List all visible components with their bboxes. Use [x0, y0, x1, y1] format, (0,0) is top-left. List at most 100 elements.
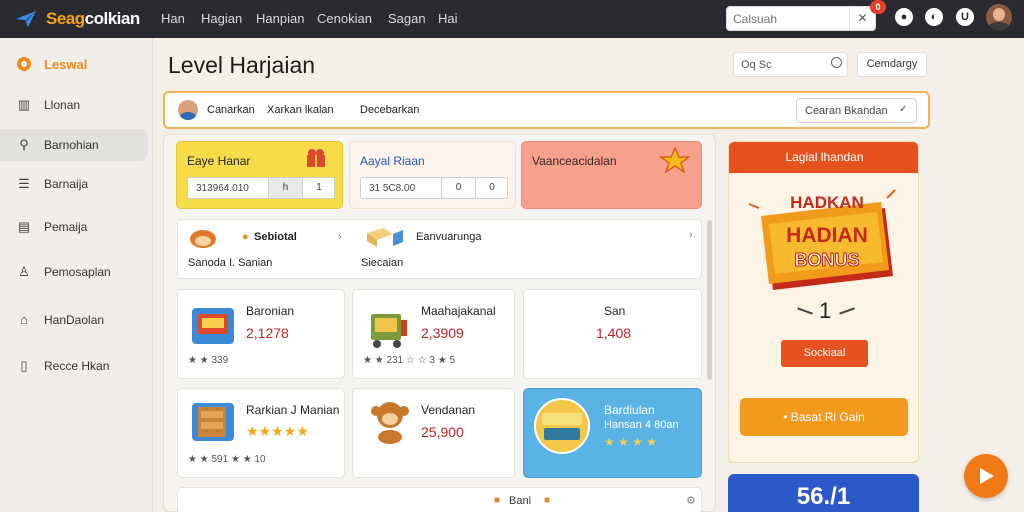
strip-tab-2[interactable]: Xarkan lkalan [267, 104, 334, 116]
filter-value: Oq Sc [741, 59, 772, 71]
strip-tab-3[interactable]: Decebarkan [360, 104, 419, 116]
nav-item-3[interactable]: Hanpian [256, 11, 304, 26]
app-logo[interactable]: Seagcolkian [46, 9, 140, 29]
product-price: 2,1278 [246, 325, 289, 341]
nav-item-5[interactable]: Sagan [388, 11, 426, 26]
nav-item-4[interactable]: Cenokian [317, 11, 372, 26]
stat-button-b[interactable]: 0 [475, 178, 508, 198]
stat-title: Aayal Riaan [360, 154, 425, 168]
product-name: San [604, 304, 626, 318]
product-card[interactable]: Vendanan 25,900 [352, 388, 515, 478]
promo-header: Lagial lhandan [729, 142, 918, 173]
product-price: 1,408 [596, 325, 632, 341]
product-price: 2,3909 [421, 325, 464, 341]
chat-icon[interactable]: ◐ [925, 8, 943, 26]
promo-button[interactable]: Sockiaal [781, 340, 868, 367]
category-button[interactable]: Cemdargy [857, 52, 927, 77]
star-icon [659, 147, 691, 173]
sidebar-item-label: HanDaolan [44, 313, 105, 327]
user-icon[interactable]: U [956, 8, 974, 26]
star-rating-icon: ★★★★★ [246, 423, 309, 439]
sort-select[interactable]: Cearan Bkandan ✓ [796, 98, 917, 123]
divider [839, 307, 855, 315]
row-title-1: Sebiotal [254, 231, 297, 243]
person-icon: ♙ [18, 264, 30, 279]
monkey-icon [371, 402, 409, 444]
play-icon [980, 468, 994, 484]
sort-select-value: Cearan Bkandan [805, 105, 888, 117]
product-card[interactable]: Maahajakanal 2,3909 ★ ★ 231 ☆ ☆ 3 ★ 5 [352, 289, 515, 379]
product-name: Baronian [246, 304, 295, 318]
sidebar-item-level[interactable]: Leswal [0, 48, 148, 80]
nav-item-6[interactable]: Hai [438, 11, 458, 26]
product-rating: ★ ★ ★ ★ [604, 435, 658, 449]
product-card[interactable]: San 1,408 [523, 289, 702, 379]
sidebar-item-5[interactable]: ▤ Pemaija [0, 211, 148, 243]
search-input[interactable] [733, 10, 845, 28]
product-name: Vendanan [421, 403, 476, 417]
box-icon: ■ [544, 495, 551, 506]
filter-input[interactable]: Oq Sc [733, 52, 848, 77]
bonus-banner: HADKAN HADIAN BONUS [748, 189, 896, 290]
bottom-label[interactable]: Bani [509, 495, 531, 507]
product-card[interactable]: Rarkian J Manian ★★★★★ ★ ★ 591 ★ ★ 10 [177, 388, 345, 478]
stat-card-1[interactable]: Eaye Hanar 313964.010 h 1 [176, 141, 343, 209]
stat-input[interactable]: 313964.010 h 1 [187, 177, 335, 199]
product-card[interactable]: Bardiulan Hansan 4 80an ★ ★ ★ ★ [523, 388, 702, 478]
scrollbar[interactable] [707, 220, 712, 380]
stat-button-b[interactable]: 1 [302, 178, 335, 198]
promo-cta-button[interactable]: • Basat Ri Gain [740, 398, 908, 436]
sidebar-item-8[interactable]: ▯ Recce Hkan [0, 350, 148, 382]
stat-title: Eaye Hanar [187, 154, 251, 168]
sidebar-item-label: Pemaija [44, 220, 88, 234]
sidebar-item-label: Barnaija [44, 177, 89, 191]
strip-tab-1[interactable]: Canarkan [207, 104, 255, 116]
sidebar-item-label: Recce Hkan [44, 359, 110, 373]
chevron-right-icon[interactable]: › [338, 231, 342, 243]
stat-button-a[interactable]: 0 [441, 178, 475, 198]
stat-input[interactable]: 31 5C8.00 0 0 [360, 177, 508, 199]
search-icon [831, 57, 842, 68]
row-sub-2: Siecaian [361, 257, 404, 269]
sidebar-item-2[interactable]: ▥ Llonan [0, 89, 148, 121]
list-item[interactable]: ● Sebiotal › Sanoda I. Sanian Eanvuarung… [177, 219, 702, 279]
stat-title: Vaanceacidalan [532, 154, 617, 168]
shop-icon [192, 308, 234, 344]
product-rating: ★ ★ 231 ☆ ☆ 3 ★ 5 [363, 355, 456, 366]
nav-item-1[interactable]: Han [161, 11, 185, 26]
sidebar-item-6[interactable]: ♙ Pemosaplan [0, 256, 148, 288]
list-icon: ☰ [18, 176, 30, 191]
avatar[interactable] [178, 100, 198, 120]
play-button[interactable] [964, 454, 1008, 498]
stat-card-3[interactable]: Vaanceacidalan [521, 141, 702, 209]
avatar[interactable] [986, 4, 1012, 30]
sidebar-item-7[interactable]: ⌂ HanDaolan [0, 304, 148, 336]
cart-icon [371, 314, 407, 348]
product-name: Rarkian J Manian [246, 403, 340, 417]
stat-button-a[interactable]: h [268, 178, 302, 198]
product-card[interactable]: Baronian 2,1278 ★ ★ 339 [177, 289, 345, 379]
promo-line-2: HADIAN [786, 224, 868, 247]
box-icon [367, 228, 403, 247]
gift-icon [307, 149, 325, 167]
bonus-badge-icon [534, 398, 590, 454]
home-icon: ⌂ [20, 312, 28, 327]
product-rating: ★ ★ 339 [188, 355, 229, 366]
divider [797, 307, 813, 315]
games-icon[interactable]: ● [895, 8, 913, 26]
stat-value: 31 5C8.00 [369, 183, 416, 194]
chevron-right-icon[interactable]: › [689, 229, 693, 241]
top-bar: Seagcolkian Han Hagian Hanpian Cenokian … [0, 0, 1024, 38]
promo-count: 1 [819, 298, 832, 323]
score-card: 56./1 [728, 474, 919, 512]
logo-part-a: Seag [46, 9, 85, 28]
bars-icon: ▥ [17, 97, 31, 112]
stat-card-2[interactable]: Aayal Riaan 31 5C8.00 0 0 [349, 141, 516, 209]
promo-line-1: HADKAN [790, 193, 864, 212]
fox-icon [190, 230, 216, 248]
sidebar-item-label: Llonan [44, 98, 81, 112]
nav-item-2[interactable]: Hagian [201, 11, 242, 26]
sidebar-item-4[interactable]: ☰ Barnaija [0, 168, 148, 200]
sidebar-item-3[interactable]: ⚲ Barnohian [0, 129, 148, 161]
settings-icon[interactable]: ⚙ [686, 494, 696, 507]
